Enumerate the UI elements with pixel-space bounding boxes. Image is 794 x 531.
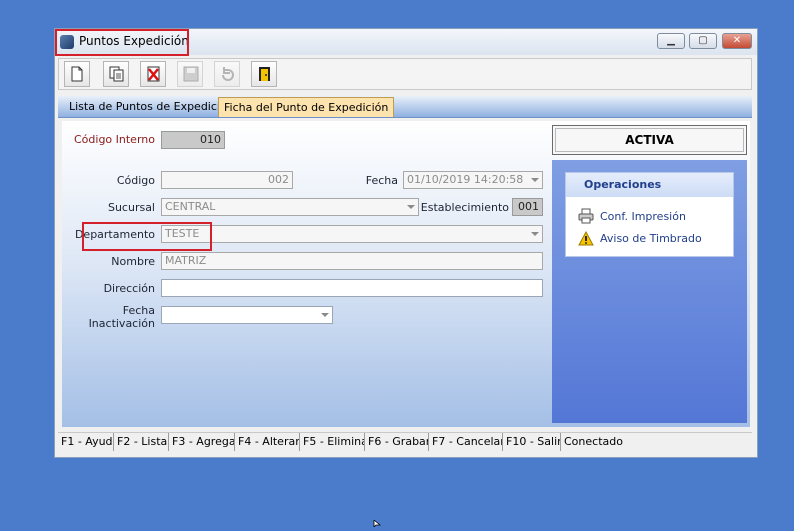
warning-icon [578,230,594,250]
statusbar-f5[interactable]: F5 - Eliminar [300,433,365,451]
codigo-field[interactable]: 002 [161,171,293,189]
fecha-field[interactable]: 01/10/2019 14:20:58 [403,171,543,189]
departamento-select[interactable]: TESTE [161,225,543,243]
sucursal-value: CENTRAL [165,200,216,213]
statusbar-f6[interactable]: F6 - Grabar [365,433,429,451]
status-badge-inner-border [555,128,744,152]
tab-lista[interactable]: Lista de Puntos de Expedición [64,97,239,117]
statusbar-f4[interactable]: F4 - Alterar [235,433,300,451]
close-icon: ✕ [732,35,742,46]
codigo-interno-field: 010 [161,131,225,149]
exit-button[interactable] [251,61,277,87]
tab-ficha[interactable]: Ficha del Punto de Expedición [218,97,395,117]
establecimiento-label: Establecimiento [420,201,509,214]
restore-icon: ▢ [698,35,708,46]
fecha-inactivacion-field[interactable] [161,306,333,324]
nombre-field[interactable]: MATRIZ [161,252,543,270]
direccion-label: Dirección [103,282,155,295]
minimize-button[interactable]: ▁ [657,33,685,49]
fecha-inactivacion-label-2: Inactivación [88,317,155,330]
delete-icon [147,66,160,82]
printer-icon [578,208,594,228]
exit-door-icon [259,67,270,81]
sucursal-label: Sucursal [107,201,155,214]
chevron-down-icon [407,205,415,209]
close-button[interactable]: ✕ [722,33,752,49]
statusbar-f2[interactable]: F2 - Lista [114,433,169,451]
statusbar-f10[interactable]: F10 - Salir [503,433,561,451]
undo-button[interactable] [214,61,240,87]
mouse-cursor-icon [373,512,382,531]
copy-button[interactable] [103,61,129,87]
operations-title: Operaciones [566,173,733,197]
delete-button[interactable] [140,61,166,87]
maximize-button[interactable]: ▢ [689,33,717,49]
fecha-inactivacion-label-1: Fecha [122,304,155,317]
chevron-down-icon [531,232,539,236]
fecha-value: 01/10/2019 14:20:58 [407,173,524,186]
statusbar-connection: Conectado [564,435,623,448]
departamento-highlight-box [82,222,212,251]
conf-impresion-link[interactable]: Conf. Impresión [600,210,686,223]
chevron-down-icon [531,178,539,182]
save-button[interactable] [177,61,203,87]
statusbar-f3[interactable]: F3 - Agregar [169,433,235,451]
chevron-down-icon [321,313,329,317]
undo-icon [222,67,234,81]
fecha-label: Fecha [365,174,398,187]
nombre-label: Nombre [111,255,155,268]
statusbar-f1[interactable]: F1 - Ayuda [58,433,114,451]
copy-document-icon [109,66,124,82]
statusbar-f7[interactable]: F7 - Cancelar [429,433,503,451]
aviso-timbrado-link[interactable]: Aviso de Timbrado [600,232,702,245]
sucursal-select[interactable]: CENTRAL [161,198,419,216]
codigo-interno-label: Código Interno [74,133,155,146]
codigo-label: Código [116,174,155,187]
new-document-icon [71,66,83,82]
title-highlight-box [55,29,189,56]
new-button[interactable] [64,61,90,87]
minimize-icon: ▁ [667,35,675,46]
save-icon [183,66,199,82]
establecimiento-field: 001 [512,198,543,216]
direccion-field[interactable] [161,279,543,297]
